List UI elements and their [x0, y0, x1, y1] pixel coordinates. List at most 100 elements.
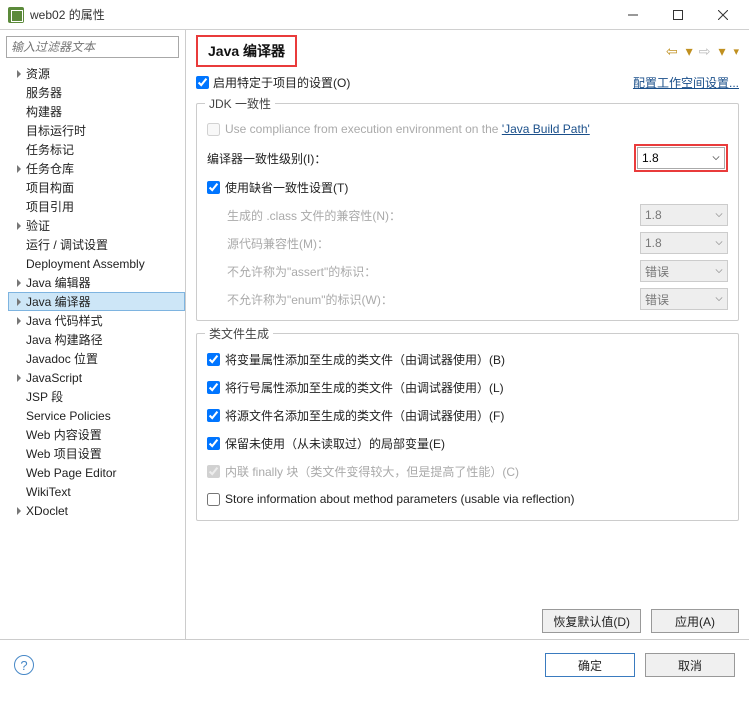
cancel-button[interactable]: 取消: [645, 653, 735, 677]
enable-project-label: 启用特定于项目的设置(O): [213, 74, 350, 91]
chevron-down-icon: [715, 239, 723, 247]
java-build-path-link[interactable]: 'Java Build Path': [502, 122, 590, 136]
classfile-group: 类文件生成 将变量属性添加至生成的类文件（由调试器使用）(B) 将行号属性添加至…: [196, 333, 739, 521]
tree-item-label: 服务器: [26, 84, 62, 101]
chevron-down-icon: [712, 154, 720, 162]
classfile-legend: 类文件生成: [205, 325, 273, 342]
footer: ? 确定 取消: [0, 640, 749, 690]
jdk-compliance-group: JDK 一致性 Use compliance from execution en…: [196, 103, 739, 321]
tree-item[interactable]: JavaScript: [8, 368, 185, 387]
close-button[interactable]: [700, 1, 745, 29]
tree-item[interactable]: 项目构面: [8, 178, 185, 197]
tree-item[interactable]: 运行 / 调试设置: [8, 235, 185, 254]
tree-item-label: 运行 / 调试设置: [26, 236, 108, 253]
title-bar: web02 的属性: [0, 0, 749, 30]
chevron-right-icon[interactable]: [12, 507, 26, 515]
tree-item[interactable]: Web 内容设置: [8, 425, 185, 444]
class-compat-label: 生成的 .class 文件的兼容性(N)：: [227, 207, 401, 224]
cb-store-params[interactable]: [207, 493, 220, 506]
main-panel: Java 编译器 ⇦▾ ⇨▾ ▾ 启用特定于项目的设置(O) 配置工作空间设置.…: [186, 30, 749, 639]
assert-select: 错误: [640, 260, 728, 282]
cb-inline-finally: [207, 465, 220, 478]
enable-project-row: 启用特定于项目的设置(O) 配置工作空间设置...: [196, 74, 739, 91]
apply-button[interactable]: 应用(A): [651, 609, 739, 633]
use-default-row: 使用缺省一致性设置(T): [207, 174, 728, 200]
cb-preserve-unused-label: 保留未使用（从未读取过）的局部变量(E): [225, 435, 445, 452]
use-default-checkbox[interactable]: [207, 181, 220, 194]
tree-item[interactable]: 服务器: [8, 83, 185, 102]
cb-variable-attrs[interactable]: [207, 353, 220, 366]
assert-value: 错误: [645, 263, 669, 280]
cb-inline-finally-label: 内联 finally 块（类文件变得较大，但是提高了性能）(C): [225, 463, 519, 480]
tree-item[interactable]: Web 项目设置: [8, 444, 185, 463]
view-menu-icon[interactable]: ▾: [733, 45, 739, 58]
chevron-right-icon[interactable]: [12, 165, 26, 173]
tree-item-label: WikiText: [26, 485, 71, 499]
chevron-down-icon: [715, 211, 723, 219]
chevron-right-icon[interactable]: [12, 70, 26, 78]
property-tree[interactable]: 资源服务器构建器目标运行时任务标记任务仓库项目构面项目引用验证运行 / 调试设置…: [0, 62, 185, 632]
tree-item[interactable]: 任务仓库: [8, 159, 185, 178]
chevron-right-icon[interactable]: [12, 279, 26, 287]
filter-box: [6, 36, 179, 58]
cb-sourcefile-attrs-label: 将源文件名添加至生成的类文件（由调试器使用）(F): [225, 407, 504, 424]
tree-item[interactable]: Javadoc 位置: [8, 349, 185, 368]
tree-item[interactable]: Java 编译器: [8, 292, 185, 311]
tree-item[interactable]: Web Page Editor: [8, 463, 185, 482]
jdk-group-legend: JDK 一致性: [205, 95, 275, 112]
tree-item-label: Java 编译器: [26, 293, 91, 310]
tree-item[interactable]: 构建器: [8, 102, 185, 121]
tree-item[interactable]: Java 构建路径: [8, 330, 185, 349]
tree-item[interactable]: XDoclet: [8, 501, 185, 520]
tree-item[interactable]: Java 代码样式: [8, 311, 185, 330]
chevron-right-icon[interactable]: [12, 298, 26, 306]
use-default-label: 使用缺省一致性设置(T): [225, 179, 348, 196]
cb-linenumber-attrs[interactable]: [207, 381, 220, 394]
chevron-right-icon[interactable]: [12, 317, 26, 325]
chevron-right-icon[interactable]: [12, 374, 26, 382]
app-icon: [8, 7, 24, 23]
tree-item-label: XDoclet: [26, 504, 68, 518]
enable-project-checkbox[interactable]: 启用特定于项目的设置(O): [196, 74, 350, 91]
enum-label: 不允许称为"enum"的标识(W)：: [227, 291, 393, 308]
filter-input[interactable]: [6, 36, 179, 58]
tree-item[interactable]: 资源: [8, 64, 185, 83]
tree-item-label: 项目构面: [26, 179, 74, 196]
restore-defaults-button[interactable]: 恢复默认值(D): [542, 609, 641, 633]
source-compat-row: 源代码兼容性(M)： 1.8: [207, 230, 728, 256]
enable-project-check-input[interactable]: [196, 76, 209, 89]
tree-item[interactable]: Deployment Assembly: [8, 254, 185, 273]
tree-item[interactable]: 目标运行时: [8, 121, 185, 140]
back-menu-icon[interactable]: ▾: [686, 43, 693, 60]
tree-item-label: Java 编辑器: [26, 274, 91, 291]
cb-sourcefile-attrs[interactable]: [207, 409, 220, 422]
tree-item[interactable]: 验证: [8, 216, 185, 235]
workspace-settings-link[interactable]: 配置工作空间设置...: [633, 74, 739, 91]
compiler-level-select[interactable]: 1.8: [637, 147, 725, 169]
forward-menu-icon[interactable]: ▾: [718, 43, 725, 60]
tree-item[interactable]: 任务标记: [8, 140, 185, 159]
tree-item-label: 构建器: [26, 103, 62, 120]
ok-button[interactable]: 确定: [545, 653, 635, 677]
content-area: 资源服务器构建器目标运行时任务标记任务仓库项目构面项目引用验证运行 / 调试设置…: [0, 30, 749, 640]
tree-item-label: Deployment Assembly: [26, 257, 145, 271]
tree-item[interactable]: 项目引用: [8, 197, 185, 216]
back-icon[interactable]: ⇦: [666, 43, 678, 60]
enum-select: 错误: [640, 288, 728, 310]
use-exec-env-label: Use compliance from execution environmen…: [225, 122, 502, 136]
chevron-right-icon[interactable]: [12, 222, 26, 230]
minimize-button[interactable]: [610, 1, 655, 29]
tree-item[interactable]: WikiText: [8, 482, 185, 501]
sidebar: 资源服务器构建器目标运行时任务标记任务仓库项目构面项目引用验证运行 / 调试设置…: [0, 30, 186, 639]
help-icon[interactable]: ?: [14, 655, 34, 675]
tree-item[interactable]: Java 编辑器: [8, 273, 185, 292]
compiler-level-value: 1.8: [642, 151, 659, 165]
source-compat-select: 1.8: [640, 232, 728, 254]
cb-preserve-unused[interactable]: [207, 437, 220, 450]
tree-item[interactable]: JSP 段: [8, 387, 185, 406]
chevron-down-icon: [715, 267, 723, 275]
nav-arrows: ⇦▾ ⇨▾ ▾: [666, 43, 739, 60]
tree-item[interactable]: Service Policies: [8, 406, 185, 425]
tree-item-label: Web 内容设置: [26, 426, 102, 443]
maximize-button[interactable]: [655, 1, 700, 29]
